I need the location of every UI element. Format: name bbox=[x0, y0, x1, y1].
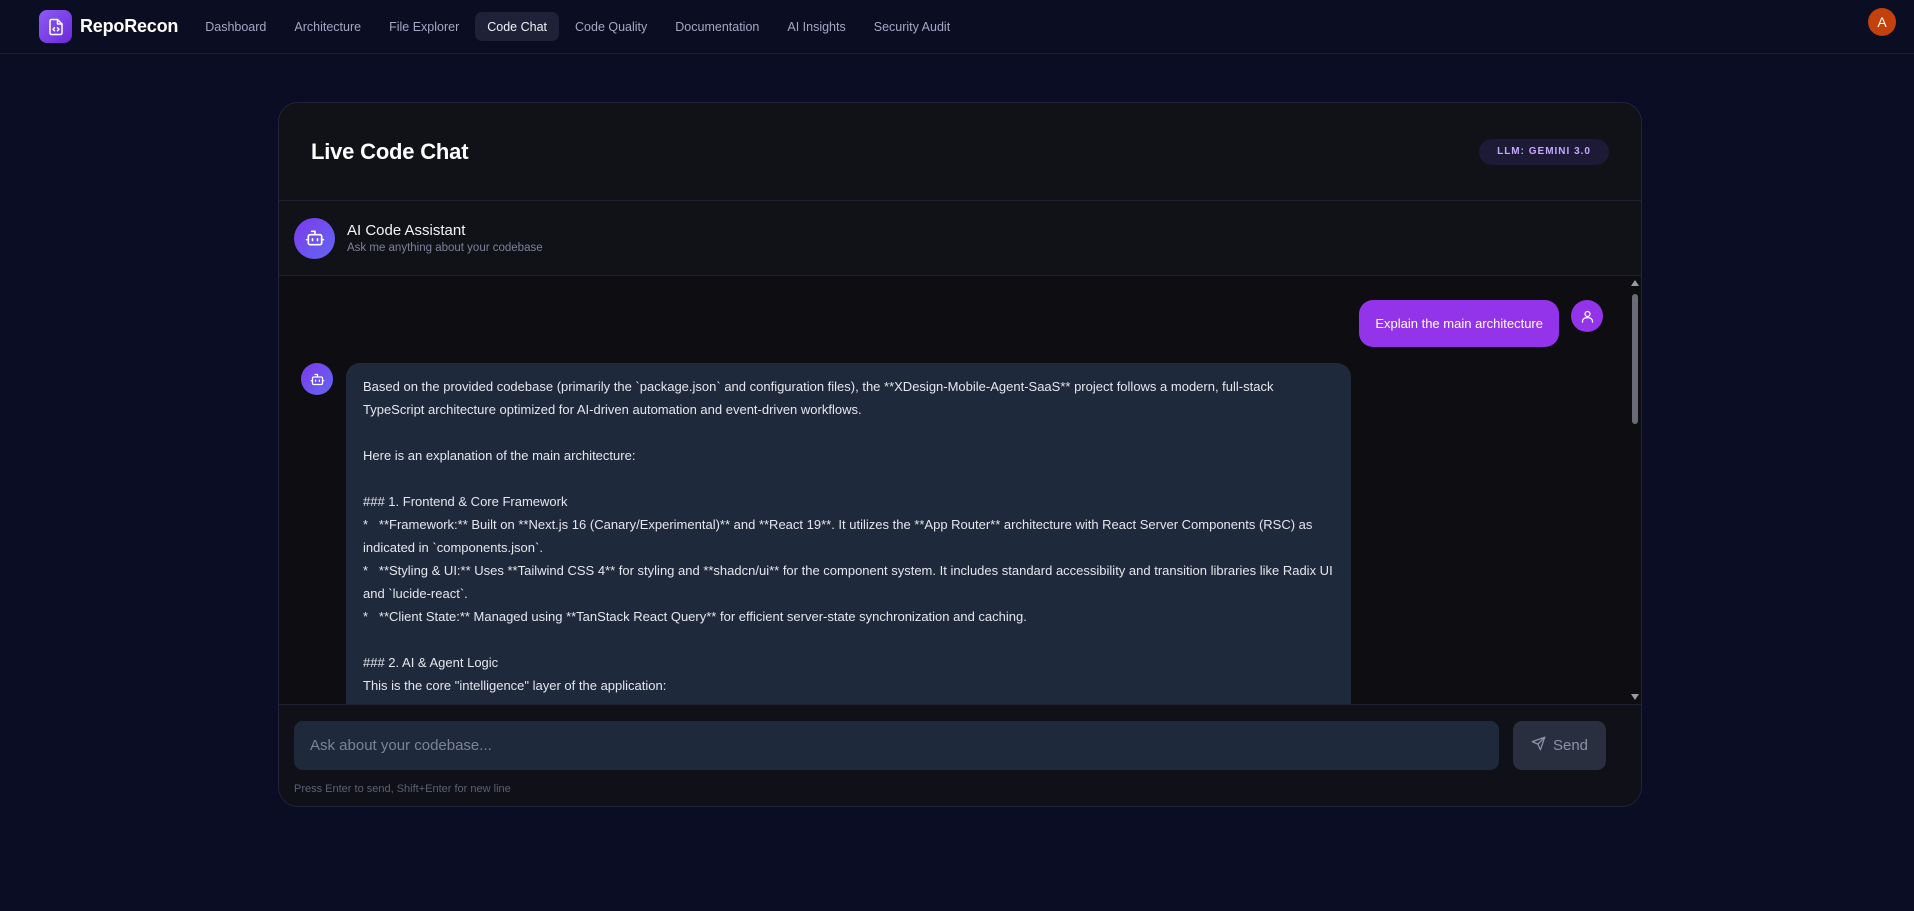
nav-item-file-explorer[interactable]: File Explorer bbox=[377, 12, 471, 41]
chat-input[interactable] bbox=[294, 721, 1499, 770]
assistant-subtitle: Ask me anything about your codebase bbox=[347, 242, 543, 254]
nav-item-security-audit[interactable]: Security Audit bbox=[862, 12, 962, 41]
assistant-message-bubble: Based on the provided codebase (primaril… bbox=[346, 363, 1351, 704]
llm-model-badge: LLM: GEMINI 3.0 bbox=[1479, 138, 1609, 165]
nav-item-ai-insights[interactable]: AI Insights bbox=[775, 12, 857, 41]
scroll-thumb[interactable] bbox=[1632, 294, 1638, 424]
main-nav: Dashboard Architecture File Explorer Cod… bbox=[193, 12, 962, 41]
brand-name: RepoRecon bbox=[80, 16, 179, 36]
nav-item-code-chat[interactable]: Code Chat bbox=[475, 12, 560, 41]
bot-icon bbox=[294, 217, 335, 259]
user-avatar-button[interactable]: A bbox=[1868, 8, 1896, 36]
bot-icon bbox=[301, 363, 333, 395]
panel-header: Live Code Chat LLM: GEMINI 3.0 bbox=[279, 103, 1641, 201]
chat-panel: Live Code Chat LLM: GEMINI 3.0 AI Code A… bbox=[278, 102, 1642, 807]
send-button-label: Send bbox=[1552, 737, 1589, 754]
scroll-up-arrow-icon[interactable] bbox=[1631, 280, 1639, 286]
file-code-icon bbox=[39, 10, 72, 43]
assistant-name: AI Code Assistant bbox=[347, 222, 466, 239]
brand[interactable]: RepoRecon bbox=[39, 10, 178, 43]
user-icon bbox=[1571, 300, 1603, 332]
composer-hint: Press Enter to send, Shift+Enter for new… bbox=[294, 783, 511, 795]
send-icon bbox=[1531, 736, 1546, 755]
nav-item-documentation[interactable]: Documentation bbox=[663, 12, 771, 41]
nav-item-code-quality[interactable]: Code Quality bbox=[563, 12, 659, 41]
page-title: Live Code Chat bbox=[311, 138, 469, 164]
message-list[interactable]: Explain the main architecture Based on t… bbox=[279, 276, 1641, 704]
assistant-header: AI Code Assistant Ask me anything about … bbox=[279, 201, 1641, 276]
assistant-info: AI Code Assistant Ask me anything about … bbox=[347, 222, 543, 254]
composer: Send Press Enter to send, Shift+Enter fo… bbox=[279, 704, 1641, 806]
user-message-bubble: Explain the main architecture bbox=[1359, 300, 1559, 347]
send-button[interactable]: Send bbox=[1513, 721, 1606, 770]
top-navigation-bar: RepoRecon Dashboard Architecture File Ex… bbox=[0, 0, 1914, 54]
scroll-down-arrow-icon[interactable] bbox=[1631, 694, 1639, 700]
nav-item-dashboard[interactable]: Dashboard bbox=[193, 12, 278, 41]
nav-item-architecture[interactable]: Architecture bbox=[282, 12, 373, 41]
message-scrollbar[interactable] bbox=[1629, 276, 1641, 704]
